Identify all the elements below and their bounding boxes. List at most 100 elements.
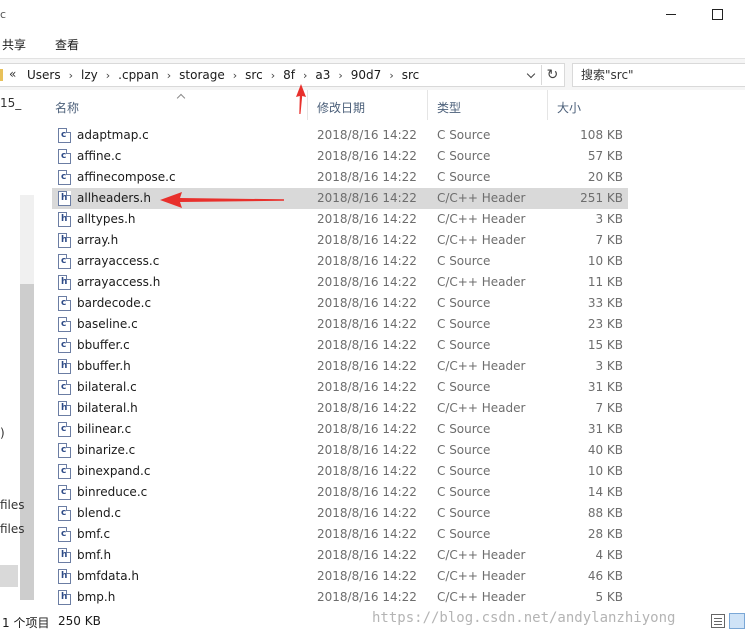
breadcrumb-segment[interactable]: src (245, 68, 263, 82)
c-source-file-icon: c (58, 149, 71, 164)
chevron-right-icon[interactable]: › (389, 69, 393, 82)
file-row[interactable]: h bilateral.h 2018/8/16 14:22 C/C++ Header 7… (52, 398, 628, 419)
file-date: 2018/8/16 14:22 (317, 170, 417, 184)
file-name: bmf.c (77, 527, 111, 541)
file-list: c adaptmap.c 2018/8/16 14:22 C Source 108 KB… (46, 125, 630, 610)
breadcrumb-segment[interactable]: .cppan (118, 68, 159, 82)
file-row[interactable]: h array.h 2018/8/16 14:22 C/C++ Header 7 KB (52, 230, 628, 251)
file-icon-letter: h (61, 550, 68, 560)
file-type: C Source (437, 443, 491, 457)
chevron-right-icon[interactable]: › (338, 69, 342, 82)
file-size: 4 KB (595, 548, 623, 562)
file-row[interactable]: h bmf.h 2018/8/16 14:22 C/C++ Header 4 KB (52, 545, 628, 566)
large-icons-view-icon[interactable] (729, 613, 745, 629)
file-date: 2018/8/16 14:22 (317, 233, 417, 247)
file-row[interactable]: c binreduce.c 2018/8/16 14:22 C Source 14 KB (52, 482, 628, 503)
file-icon-letter: c (61, 151, 67, 161)
file-date: 2018/8/16 14:22 (317, 296, 417, 310)
nav-item-files[interactable]: files (0, 498, 25, 512)
nav-scrollbar-thumb[interactable] (20, 284, 34, 600)
file-row[interactable]: h bmp.h 2018/8/16 14:22 C/C++ Header 5 KB (52, 587, 628, 608)
file-row[interactable]: c arrayaccess.c 2018/8/16 14:22 C Source 10 … (52, 251, 628, 272)
nav-item-selected[interactable] (0, 565, 18, 587)
file-row[interactable]: h bmfdata.h 2018/8/16 14:22 C/C++ Header 46 … (52, 566, 628, 587)
nav-item-fragment[interactable]: 15_ (0, 96, 21, 110)
file-row[interactable]: c bilateral.c 2018/8/16 14:22 C Source 31 KB (52, 377, 628, 398)
file-icon-letter: c (61, 340, 67, 350)
breadcrumb-segment[interactable]: a3 (315, 68, 330, 82)
file-date: 2018/8/16 14:22 (317, 317, 417, 331)
refresh-icon[interactable]: ↻ (541, 65, 563, 85)
c-source-file-icon: c (58, 506, 71, 521)
header-file-icon: h (58, 548, 71, 563)
file-date: 2018/8/16 14:22 (317, 128, 417, 142)
file-icon-letter: h (61, 571, 68, 581)
chevron-right-icon[interactable]: › (233, 69, 237, 82)
chevron-right-icon[interactable]: › (303, 69, 307, 82)
window-title: c (0, 8, 7, 21)
chevron-right-icon[interactable]: › (106, 69, 110, 82)
file-row[interactable]: c baseline.c 2018/8/16 14:22 C Source 23 KB (52, 314, 628, 335)
breadcrumb-segment[interactable]: storage (179, 68, 225, 82)
breadcrumb-segment[interactable]: src (402, 68, 420, 82)
breadcrumb-overflow-button[interactable]: « (9, 67, 16, 81)
file-name: bbuffer.h (77, 359, 131, 373)
chevron-right-icon[interactable]: › (69, 69, 73, 82)
breadcrumb-segment[interactable]: Users (27, 68, 61, 82)
file-date: 2018/8/16 14:22 (317, 590, 417, 604)
file-row[interactable]: h arrayaccess.h 2018/8/16 14:22 C/C++ Heade… (52, 272, 628, 293)
minimize-icon[interactable] (662, 6, 682, 22)
file-name: array.h (77, 233, 119, 247)
c-source-file-icon: c (58, 485, 71, 500)
column-name[interactable]: 名称 (46, 90, 308, 120)
file-row[interactable]: c affine.c 2018/8/16 14:22 C Source 57 KB (52, 146, 628, 167)
tab-share[interactable]: 共享 (2, 36, 26, 53)
file-row[interactable]: h bbuffer.h 2018/8/16 14:22 C/C++ Header 3 K… (52, 356, 628, 377)
c-source-file-icon: c (58, 422, 71, 437)
breadcrumb-segment[interactable]: 90d7 (351, 68, 382, 82)
column-type-label: 类型 (437, 101, 462, 115)
file-icon-letter: h (61, 235, 68, 245)
file-name: bilinear.c (77, 422, 132, 436)
file-row[interactable]: c binexpand.c 2018/8/16 14:22 C Source 10 KB (52, 461, 628, 482)
nav-item-fragment[interactable]: ) (0, 426, 5, 440)
file-row[interactable]: c blend.c 2018/8/16 14:22 C Source 88 KB (52, 503, 628, 524)
file-type: C Source (437, 170, 491, 184)
breadcrumb-segment[interactable]: 8f (283, 68, 295, 82)
file-row[interactable]: c bmf.c 2018/8/16 14:22 C Source 28 KB (52, 524, 628, 545)
file-row[interactable]: h allheaders.h 2018/8/16 14:22 C/C++ Header… (52, 188, 628, 209)
column-size[interactable]: 大小 (548, 90, 630, 120)
file-type: C/C++ Header (437, 359, 526, 373)
watermark-text: https://blog.csdn.net/andylanzhiyong (372, 610, 676, 626)
chevron-down-icon[interactable] (527, 71, 537, 79)
file-type: C/C++ Header (437, 233, 526, 247)
column-type[interactable]: 类型 (428, 90, 548, 120)
file-row[interactable]: c bardecode.c 2018/8/16 14:22 C Source 33 KB (52, 293, 628, 314)
file-type: C/C++ Header (437, 590, 526, 604)
file-icon-letter: c (61, 529, 67, 539)
file-date: 2018/8/16 14:22 (317, 149, 417, 163)
file-row[interactable]: c binarize.c 2018/8/16 14:22 C Source 40 KB (52, 440, 628, 461)
search-box[interactable] (572, 63, 745, 87)
chevron-right-icon[interactable]: › (271, 69, 275, 82)
file-row[interactable]: c adaptmap.c 2018/8/16 14:22 C Source 108 KB (52, 125, 628, 146)
search-input[interactable] (581, 67, 741, 83)
file-type: C Source (437, 506, 491, 520)
column-date[interactable]: 修改日期 (308, 90, 428, 120)
maximize-icon[interactable] (708, 6, 728, 22)
nav-item-files[interactable]: files (0, 522, 25, 536)
chevron-right-icon[interactable]: › (167, 69, 171, 82)
file-name: affine.c (77, 149, 122, 163)
annotation-arrow-left-icon (160, 192, 284, 208)
file-name: arrayaccess.c (77, 254, 160, 268)
details-view-icon[interactable] (711, 614, 725, 628)
tab-view[interactable]: 查看 (55, 36, 79, 53)
file-row[interactable]: c bbuffer.c 2018/8/16 14:22 C Source 15 KB (52, 335, 628, 356)
file-name: bbuffer.c (77, 338, 130, 352)
header-file-icon: h (58, 569, 71, 584)
file-row[interactable]: c bilinear.c 2018/8/16 14:22 C Source 31 KB (52, 419, 628, 440)
file-row[interactable]: h alltypes.h 2018/8/16 14:22 C/C++ Header 3 … (52, 209, 628, 230)
file-row[interactable]: c affinecompose.c 2018/8/16 14:22 C Source 2… (52, 167, 628, 188)
address-bar[interactable]: « Users › lzy › .cppan › storage › src › 8f › a3 › 90d… (0, 63, 565, 87)
breadcrumb-segment[interactable]: lzy (81, 68, 98, 82)
